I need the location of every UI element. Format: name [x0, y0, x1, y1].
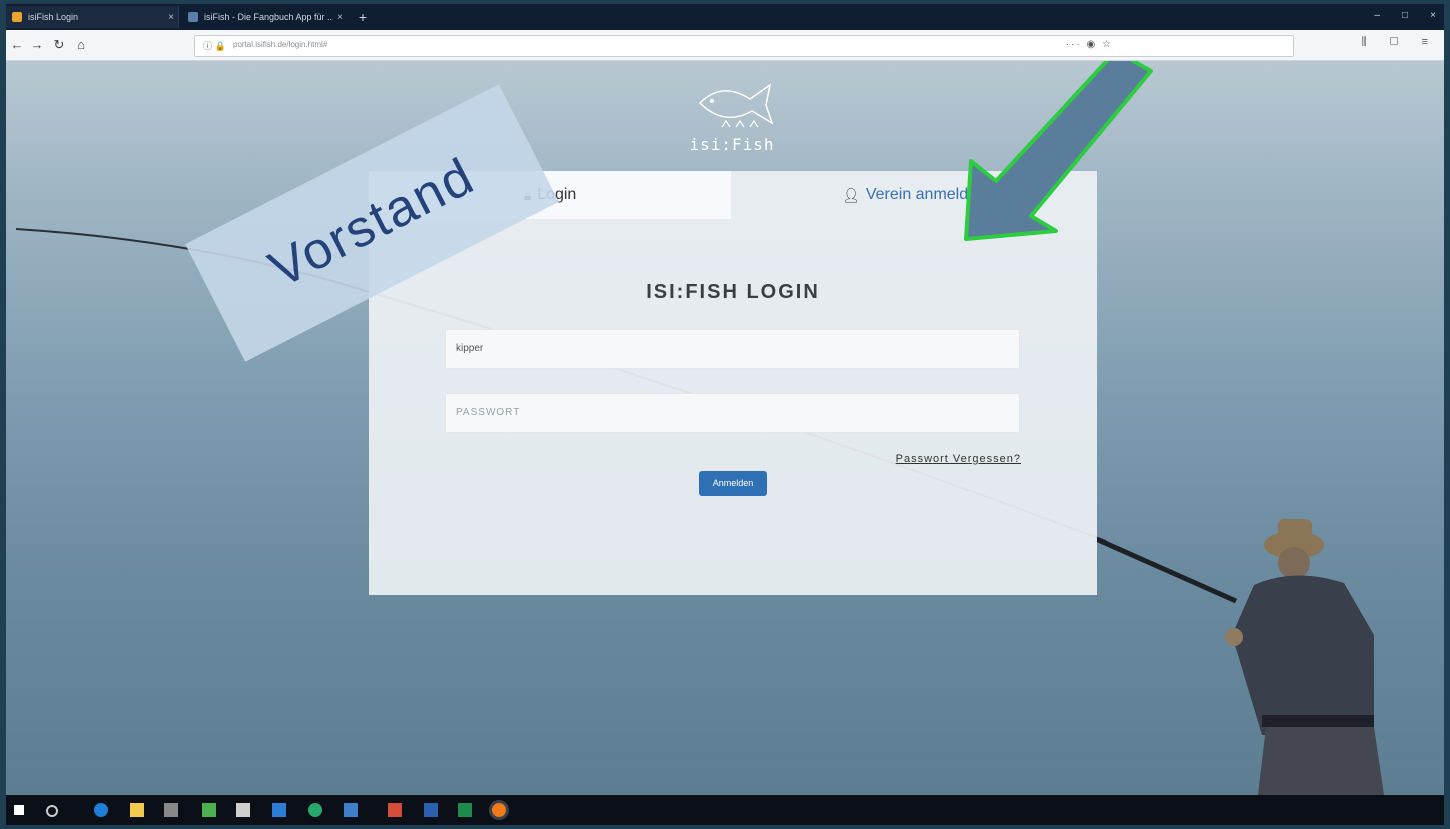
- start-icon[interactable]: [14, 805, 24, 815]
- tab-title: isiFish Login: [28, 12, 79, 22]
- username-field[interactable]: kipper: [445, 329, 1020, 369]
- maximize-button[interactable]: □: [1402, 10, 1408, 21]
- home-icon[interactable]: ⌂: [72, 36, 90, 54]
- login-submit-button[interactable]: Anmelden: [699, 471, 767, 496]
- close-window-button[interactable]: ×: [1430, 10, 1436, 21]
- edge-icon[interactable]: [94, 803, 108, 817]
- fisherman-image: [1225, 519, 1384, 795]
- store-icon[interactable]: [236, 803, 250, 817]
- login-heading: ISI:FISH LOGIN: [646, 281, 820, 303]
- browser-tab-strip: isiFish Login × isiFish - Die Fangbuch A…: [6, 4, 1444, 30]
- file-explorer-icon[interactable]: [130, 803, 144, 817]
- page-actions-icon[interactable]: ··· ◉ ☆: [1066, 39, 1113, 50]
- logo-text: isi:Fish: [689, 135, 775, 154]
- powerpoint-icon[interactable]: [388, 803, 402, 817]
- toolbar-icons[interactable]: ⫼ ▢ ≡: [1362, 36, 1438, 49]
- search-icon[interactable]: [46, 805, 58, 817]
- isifish-logo: isi:Fish: [682, 73, 782, 159]
- forward-icon[interactable]: →: [28, 36, 46, 54]
- excel-icon[interactable]: [458, 803, 472, 817]
- page-background: isi:Fish 🔒︎ Login 👤︎ Verein anmelden ISI…: [6, 61, 1444, 795]
- site-favicon-icon: [188, 12, 198, 22]
- tab-title: isiFish - Die Fangbuch App für ...: [204, 12, 333, 22]
- fish-logo-icon: [698, 83, 774, 128]
- screen-frame: isiFish Login × isiFish - Die Fangbuch A…: [0, 0, 1450, 829]
- browser-tab-active[interactable]: isiFish Login ×: [6, 6, 179, 28]
- minimize-button[interactable]: –: [1374, 10, 1380, 21]
- address-bar[interactable]: ⓘ 🔒 portal.isifish.de/login.html# ··· ◉ …: [194, 35, 1294, 57]
- forgot-password-link[interactable]: Passwort Vergessen?: [896, 453, 1021, 465]
- reload-icon[interactable]: ↻: [50, 36, 68, 54]
- tab-verein-label: Verein anmelden: [865, 186, 986, 203]
- mail-icon[interactable]: [272, 803, 286, 817]
- browser-nav-bar: ← → ↻ ⌂ ⓘ 🔒 portal.isifish.de/login.html…: [6, 30, 1444, 61]
- user-icon: 👤︎: [842, 186, 860, 203]
- browser-tab[interactable]: isiFish - Die Fangbuch App für ... ×: [182, 6, 347, 28]
- url-text: portal.isifish.de/login.html#: [233, 40, 328, 49]
- chrome-icon[interactable]: [308, 803, 322, 817]
- close-tab-icon[interactable]: ×: [164, 12, 178, 23]
- close-tab-icon[interactable]: ×: [333, 12, 347, 23]
- site-favicon-icon: [12, 12, 22, 22]
- username-value: kipper: [456, 343, 484, 354]
- app-icon[interactable]: [202, 803, 216, 817]
- site-info-icon[interactable]: ⓘ 🔒: [203, 39, 226, 52]
- password-field[interactable]: PASSWORT: [445, 393, 1020, 433]
- firefox-icon[interactable]: [492, 803, 506, 817]
- word-icon[interactable]: [424, 803, 438, 817]
- windows-taskbar: [6, 795, 1444, 825]
- app-icon[interactable]: [164, 803, 178, 817]
- new-tab-button[interactable]: +: [354, 8, 372, 26]
- tab-verein-anmelden[interactable]: 👤︎ Verein anmelden: [731, 171, 1097, 219]
- password-placeholder: PASSWORT: [456, 407, 521, 418]
- app-icon[interactable]: [344, 803, 358, 817]
- back-icon[interactable]: ←: [8, 36, 26, 54]
